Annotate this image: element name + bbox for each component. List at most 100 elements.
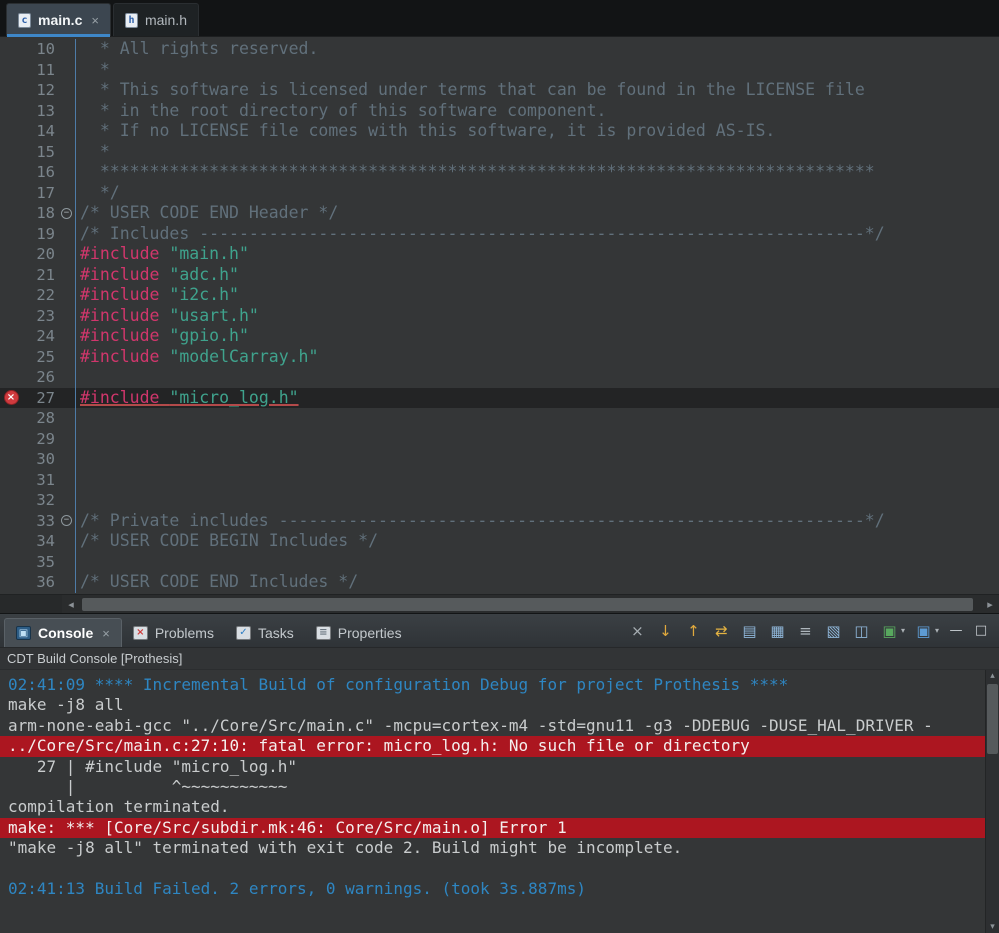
code-text: */: [75, 183, 999, 204]
code-line-29[interactable]: 29: [0, 429, 999, 450]
show-error-in-editor-icon[interactable]: ⇄: [712, 622, 731, 640]
clear-console-icon[interactable]: ▦: [768, 622, 787, 640]
console-line: arm-none-eabi-gcc "../Core/Src/main.c" -…: [0, 716, 999, 736]
vertical-scroll-thumb[interactable]: [987, 684, 998, 754]
minimize-view-icon[interactable]: —: [948, 623, 964, 638]
code-line-33[interactable]: 33−/* Private includes -----------------…: [0, 511, 999, 532]
editor-horizontal-scrollbar[interactable]: ◂ ▸: [0, 594, 999, 613]
code-line-31[interactable]: 31: [0, 470, 999, 491]
error-marker-icon[interactable]: ×: [4, 390, 19, 405]
code-line-12[interactable]: 12 * This software is licensed under ter…: [0, 80, 999, 101]
token-comment: * in the root directory of this software…: [80, 101, 607, 120]
token-comment: * All rights reserved.: [80, 39, 318, 58]
code-line-22[interactable]: 22 #include "i2c.h": [0, 285, 999, 306]
code-line-11[interactable]: 11 *: [0, 60, 999, 81]
tab-problems[interactable]: ×Problems: [122, 618, 225, 647]
code-line-28[interactable]: 28: [0, 408, 999, 429]
token-plain: [159, 285, 169, 304]
scrollbar-gutter-spacer: [0, 595, 62, 613]
code-line-21[interactable]: 21#include "adc.h": [0, 265, 999, 286]
annotation-column: [0, 285, 22, 306]
line-number: 27: [22, 388, 58, 409]
code-line-23[interactable]: 23#include "usart.h": [0, 306, 999, 327]
annotation-column: [0, 80, 22, 101]
console-icon: ▣: [16, 626, 31, 640]
code-line-14[interactable]: 14 * If no LICENSE file comes with this …: [0, 121, 999, 142]
code-line-16[interactable]: 16 *************************************…: [0, 162, 999, 183]
collapse-fold-icon[interactable]: −: [61, 208, 72, 219]
close-tab-icon[interactable]: ×: [102, 626, 110, 641]
code-line-20[interactable]: 20#include "main.h": [0, 244, 999, 265]
line-number: 33: [22, 511, 58, 532]
token-comment: *: [80, 60, 110, 79]
token-string: "i2c.h": [169, 285, 239, 304]
token-plain: [159, 326, 169, 345]
line-number: 22: [22, 285, 58, 306]
code-line-13[interactable]: 13 * in the root directory of this softw…: [0, 101, 999, 122]
tab-console[interactable]: ▣Console×: [4, 618, 122, 647]
code-line-18[interactable]: 18−/* USER CODE END Header */: [0, 203, 999, 224]
previous-error-icon[interactable]: ↑: [684, 622, 703, 640]
code-line-24[interactable]: 24#include "gpio.h": [0, 326, 999, 347]
code-text: * All rights reserved.: [75, 39, 999, 60]
token-plain: [159, 388, 169, 407]
close-console-icon[interactable]: ×: [628, 622, 647, 640]
token-directive: #include: [80, 285, 159, 304]
horizontal-scroll-track[interactable]: [80, 598, 981, 611]
console-line: "make -j8 all" terminated with exit code…: [0, 838, 999, 858]
code-line-34[interactable]: 34/* USER CODE BEGIN Includes */: [0, 531, 999, 552]
code-line-10[interactable]: 10 * All rights reserved.: [0, 39, 999, 60]
display-selected-console-icon[interactable]: ▣: [880, 622, 899, 640]
annotation-column: [0, 39, 22, 60]
line-number: 11: [22, 60, 58, 81]
fold-column: −: [58, 203, 75, 224]
open-console-icon-dropdown[interactable]: ▾: [935, 626, 939, 635]
tab-label: main.c: [38, 12, 82, 28]
code-line-15[interactable]: 15 *: [0, 142, 999, 163]
maximize-view-icon[interactable]: □: [973, 623, 989, 638]
console-line: 02:41:13 Build Failed. 2 errors, 0 warni…: [0, 879, 999, 899]
console-line: 27 | #include "micro_log.h": [0, 757, 999, 777]
tab-tasks[interactable]: ✓Tasks: [225, 618, 305, 647]
console-vertical-scrollbar[interactable]: ▴ ▾: [985, 670, 999, 933]
code-line-17[interactable]: 17 */: [0, 183, 999, 204]
line-number: 19: [22, 224, 58, 245]
word-wrap-icon[interactable]: ▧: [824, 622, 843, 640]
collapse-fold-icon[interactable]: −: [61, 515, 72, 526]
pin-console-icon[interactable]: ◫: [852, 622, 871, 640]
code-text: * in the root directory of this software…: [75, 101, 999, 122]
scroll-lock-icon[interactable]: ≡: [796, 622, 815, 640]
display-selected-console-icon-dropdown[interactable]: ▾: [901, 626, 905, 635]
console-tabs: ▣Console××Problems✓Tasks≡Properties: [4, 614, 413, 647]
scroll-up-icon[interactable]: ▴: [986, 671, 999, 681]
code-line-30[interactable]: 30: [0, 449, 999, 470]
tab-main-c[interactable]: cmain.c×: [6, 3, 111, 36]
code-line-19[interactable]: 19/* Includes --------------------------…: [0, 224, 999, 245]
annotation-column: [0, 265, 22, 286]
code-line-26[interactable]: 26: [0, 367, 999, 388]
token-comment: /* USER CODE END Header */: [80, 203, 338, 222]
scroll-left-icon[interactable]: ◂: [62, 598, 80, 611]
horizontal-scroll-thumb[interactable]: [82, 598, 973, 611]
scroll-down-icon[interactable]: ▾: [986, 922, 999, 932]
scroll-right-icon[interactable]: ▸: [981, 598, 999, 611]
code-line-27[interactable]: ×27#include "micro_log.h": [0, 388, 999, 409]
console-line[interactable]: make: *** [Core/Src/subdir.mk:46: Core/S…: [0, 818, 999, 838]
code-text: /* USER CODE BEGIN Includes */: [75, 531, 999, 552]
tab-main-h[interactable]: hmain.h: [113, 3, 199, 36]
code-line-35[interactable]: 35: [0, 552, 999, 573]
line-number: 25: [22, 347, 58, 368]
close-tab-icon[interactable]: ×: [91, 13, 99, 28]
code-line-36[interactable]: 36/* USER CODE END Includes */: [0, 572, 999, 593]
code-line-25[interactable]: 25#include "modelCarray.h": [0, 347, 999, 368]
token-plain: [159, 265, 169, 284]
tab-properties[interactable]: ≡Properties: [305, 618, 413, 647]
next-error-icon[interactable]: ↓: [656, 622, 675, 640]
console-line[interactable]: ../Core/Src/main.c:27:10: fatal error: m…: [0, 736, 999, 756]
code-line-32[interactable]: 32: [0, 490, 999, 511]
open-console-icon[interactable]: ▣: [914, 622, 933, 640]
fold-column: [58, 449, 75, 470]
token-comment: * If no LICENSE file comes with this sof…: [80, 121, 775, 140]
token-string: "gpio.h": [169, 326, 248, 345]
copy-build-log-icon[interactable]: ▤: [740, 622, 759, 640]
